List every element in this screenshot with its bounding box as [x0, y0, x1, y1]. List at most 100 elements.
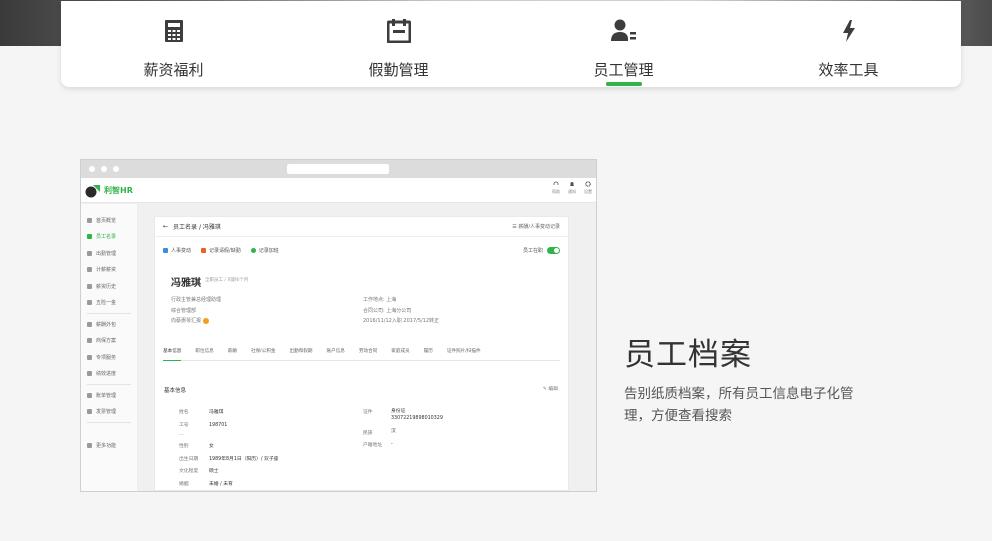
tab-documents[interactable]: 证件照片/扫描件 — [447, 345, 481, 360]
sidebar-item-performance[interactable]: 绩效进度 — [81, 366, 137, 383]
nav-label: 员工管理 — [593, 61, 654, 79]
settings-button[interactable]: 设置 — [584, 181, 592, 195]
tab-basic-info[interactable]: 基本信息 — [163, 345, 182, 361]
detail-keys-left: 姓名 工号 … 性别 出生日期 文化程度 婚姻 — [179, 407, 199, 491]
employee-subtitle: 全职员工 / 司龄6个月 — [205, 278, 249, 283]
help-button[interactable]: 帮助 — [552, 181, 560, 195]
change-record-link[interactable]: ☰ 薪酬/人事变动记录 — [512, 223, 560, 230]
swap-icon — [163, 247, 168, 253]
nav-item-employee[interactable]: 员工管理 — [511, 1, 736, 87]
detail-key: 婚姻 — [179, 481, 189, 487]
url-bar — [287, 164, 389, 174]
bell-icon — [569, 181, 575, 187]
app-header: 利智HR 帮助 通知 设置 — [81, 178, 596, 203]
logo-text: 利智HR — [104, 185, 133, 195]
sidebar-item-salary-history[interactable]: 薪资历史 — [81, 278, 137, 295]
sidebar-item-special-service[interactable]: 专项服务 — [81, 349, 137, 366]
record-leave-button[interactable]: 记录请假/缺勤 — [201, 247, 241, 254]
edit-button[interactable]: ✎ 编辑 — [543, 385, 558, 392]
gear-icon — [585, 181, 591, 187]
back-arrow-icon[interactable]: ← — [163, 223, 168, 230]
detail-tabs: 基本信息 职位信息 薪酬 社保/公积金 出勤和假期 账户信息 劳动合同 家庭成员… — [163, 345, 560, 361]
detail-value: 冯雅琪 — [209, 410, 224, 415]
detail-value: 1989年8月1日（阳历）/ 双子座 — [209, 456, 279, 462]
sidebar-item-label: 发票管理 — [96, 409, 117, 416]
employee-icon — [610, 17, 637, 45]
sidebar-item-label: 员工名录 — [96, 234, 117, 241]
feature-title: 员工档案 — [624, 337, 752, 373]
notification-button[interactable]: 通知 — [568, 181, 576, 195]
action-label: 记录请假/缺勤 — [209, 247, 241, 254]
list-icon — [87, 371, 92, 377]
window-dot — [113, 166, 119, 172]
tab-social-security[interactable]: 社保/公积金 — [251, 345, 276, 360]
tab-salary[interactable]: 薪酬 — [228, 345, 237, 360]
sidebar-item-invoices[interactable]: 发票管理 — [81, 404, 137, 421]
tab-attendance[interactable]: 出勤和假期 — [290, 345, 313, 360]
lightning-icon — [836, 17, 862, 45]
personnel-change-button[interactable]: 人事变动 — [163, 247, 191, 254]
detail-key: … — [179, 432, 184, 438]
tab-family[interactable]: 家庭成员 — [391, 345, 409, 360]
sidebar-item-outsourcing[interactable]: 薪酬外包 — [81, 316, 137, 333]
help-label: 帮助 — [552, 189, 560, 194]
sidebar-item-commercial-insurance[interactable]: 商保方案 — [81, 333, 137, 350]
sidebar-divider — [87, 422, 131, 423]
position: 行政主管兼总经理助理 — [171, 297, 222, 303]
notification-label: 通知 — [568, 189, 576, 194]
tab-position-info[interactable]: 职位信息 — [195, 345, 213, 360]
detail-value: 硕士 — [209, 469, 219, 475]
detail-key: 文化程度 — [179, 469, 199, 475]
nav-item-salary[interactable]: 薪资福利 — [61, 1, 286, 87]
sidebar-item-more[interactable]: 更多功能 — [81, 437, 137, 454]
sidebar-item-attendance[interactable]: 出勤管理 — [81, 245, 137, 262]
employee-detail-panel: ← 员工名录 / 冯雅琪 ☰ 薪酬/人事变动记录 人事变动 记录请假/缺勤 记录… — [154, 216, 569, 491]
detail-key: 姓名 — [179, 410, 189, 415]
leave-icon — [201, 247, 207, 253]
clock-icon — [250, 247, 256, 253]
invoice-icon — [87, 409, 92, 415]
bill-icon — [87, 392, 92, 398]
detail-value: - — [391, 441, 393, 447]
nav-label: 效率工具 — [818, 61, 879, 79]
shield-icon — [87, 300, 92, 306]
sidebar-item-label: 账单管理 — [96, 392, 117, 399]
nav-label: 薪资福利 — [143, 61, 204, 79]
breadcrumb-bar: ← 员工名录 / 冯雅琪 ☰ 薪酬/人事变动记录 — [155, 217, 568, 237]
heart-icon — [87, 354, 92, 360]
employee-info-right: 工作地点: 上海 合同公司: 上海分公司 2016/11/12入职 2017/5… — [363, 295, 439, 327]
umbrella-icon — [87, 338, 92, 344]
sidebar-item-directory[interactable]: 员工名录 — [81, 229, 137, 246]
sidebar-item-bills[interactable]: 账单管理 — [81, 387, 137, 404]
status-toggle[interactable] — [547, 246, 560, 254]
app-sidebar: 首页概览 员工名录 出勤管理 计薪薪资 薪资历史 五险一金 薪酬外包 商保方案 … — [81, 204, 138, 491]
tab-contract[interactable]: 劳动合同 — [359, 345, 377, 360]
edit-label: 编辑 — [548, 387, 558, 392]
sidebar-item-label: 专项服务 — [96, 354, 117, 361]
detail-value: 198701 — [209, 422, 228, 428]
detail-key: 民族 — [363, 430, 373, 436]
sidebar-item-label: 薪酬外包 — [96, 321, 117, 328]
feature-description: 告别纸质档案，所有员工信息电子化管理，方便查看搜索 — [624, 386, 854, 424]
sidebar-item-payroll[interactable]: 计薪薪资 — [81, 262, 137, 279]
active-underline — [605, 82, 642, 86]
change-record-label: 薪酬/人事变动记录 — [518, 224, 560, 230]
calendar-icon — [87, 250, 92, 256]
manager: 向蔡惠琴汇报 — [171, 318, 202, 324]
nav-item-attendance[interactable]: 假勤管理 — [286, 1, 511, 87]
sidebar-item-overview[interactable]: 首页概览 — [81, 212, 137, 229]
record-overtime-button[interactable]: 记录加班 — [250, 247, 279, 254]
sidebar-item-insurance[interactable]: 五险一金 — [81, 295, 137, 312]
sidebar-item-label: 薪资历史 — [96, 283, 117, 290]
tab-resume[interactable]: 履历 — [424, 345, 433, 360]
calculator-icon — [87, 267, 92, 273]
detail-key: 性别 — [179, 444, 189, 450]
nav-item-tools[interactable]: 效率工具 — [736, 1, 961, 87]
browser-titlebar — [81, 160, 596, 178]
tab-account[interactable]: 账户信息 — [327, 345, 345, 360]
detail-value: 33072219898010329 — [391, 416, 443, 421]
detail-values-left: 冯雅琪 198701 女 1989年8月1日（阳历）/ 双子座 硕士 未婚 / … — [209, 407, 279, 491]
sidebar-item-label: 计薪薪资 — [96, 267, 117, 274]
sidebar-item-label: 首页概览 — [96, 217, 117, 224]
detail-key: 出生日期 — [179, 456, 199, 462]
